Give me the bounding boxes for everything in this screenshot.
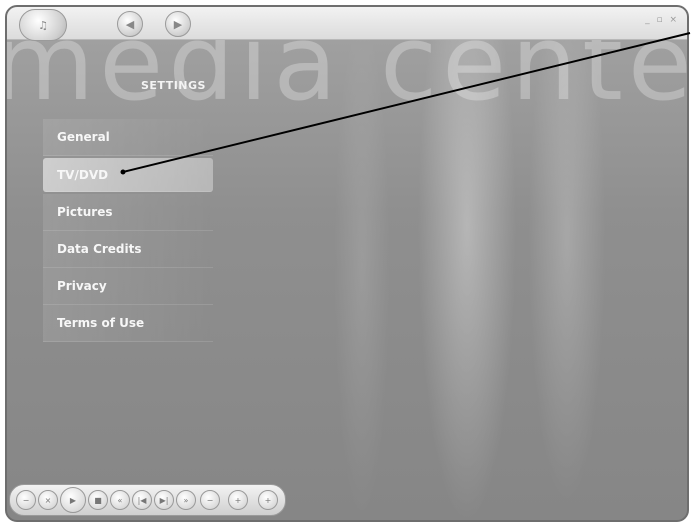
callout-line	[120, 32, 691, 175]
